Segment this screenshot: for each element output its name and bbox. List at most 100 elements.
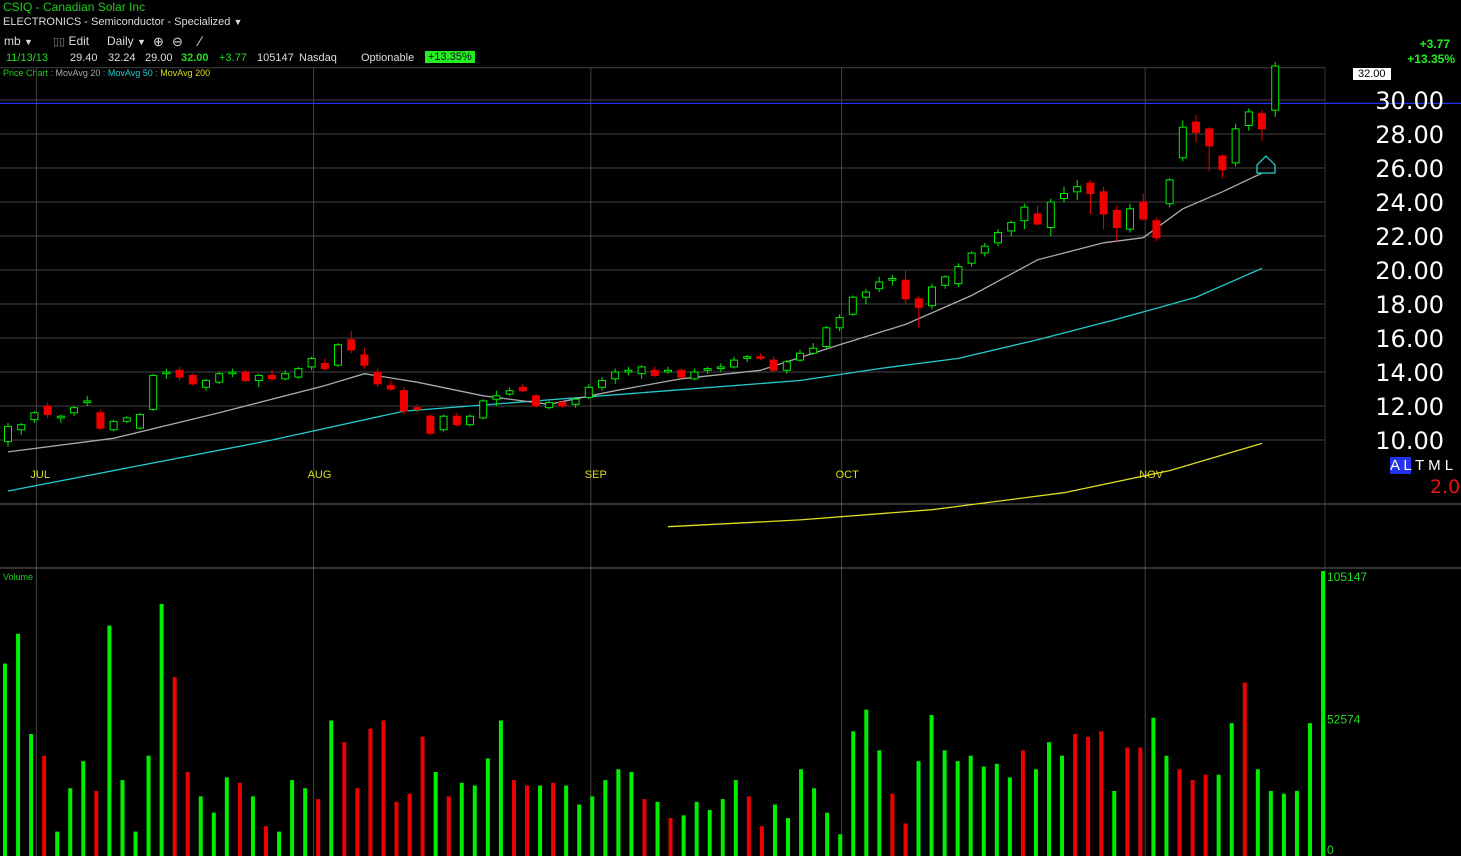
volume-bar: [1242, 682, 1247, 856]
volume-bar: [55, 831, 60, 856]
volume-bar: [1177, 769, 1182, 856]
volume-bar: [433, 771, 438, 856]
volume-bar: [185, 771, 190, 856]
candle-body: [1046, 201, 1055, 228]
volume-bar: [1164, 755, 1169, 856]
candle-body: [796, 352, 804, 361]
volume-bar: [107, 625, 112, 856]
volume-bar: [16, 633, 21, 856]
volume-bar: [838, 834, 843, 856]
volume-bar: [1321, 571, 1326, 856]
candle-body: [1218, 155, 1227, 171]
volume-bar: [786, 818, 790, 856]
volume-bar: [1112, 790, 1117, 856]
volume-bar: [172, 677, 177, 856]
volume-bar: [603, 780, 608, 856]
price-tick-label: 20.00: [1375, 257, 1444, 285]
price-tick-label: 18.00: [1375, 291, 1444, 319]
volume-bar: [303, 788, 308, 856]
price-tick-label: 22.00: [1375, 223, 1444, 251]
volume-bar: [1060, 755, 1065, 856]
volume-bar: [1294, 790, 1299, 856]
volume-bar: [94, 790, 99, 856]
candle-body: [413, 407, 422, 410]
candle-body: [360, 354, 369, 366]
al-label: A L: [1390, 457, 1412, 474]
candle-body: [1060, 193, 1068, 200]
candle-body: [83, 400, 92, 404]
volume-bar: [812, 788, 817, 856]
candle-body: [1033, 213, 1042, 225]
volume-bar: [1216, 774, 1221, 856]
candle-body: [281, 373, 290, 380]
volume-bar: [211, 812, 216, 856]
price-tick-label: 14.00: [1375, 359, 1444, 387]
volume-bar: [942, 750, 947, 856]
price-tick-label: 24.00: [1375, 189, 1444, 217]
volume-bar: [264, 826, 268, 856]
volume-bar: [1203, 774, 1208, 856]
candle-body: [928, 286, 936, 307]
volume-bar: [616, 769, 621, 856]
volume-bar: [498, 720, 503, 856]
volume-bar: [68, 788, 73, 856]
volume-bar: [1086, 736, 1091, 856]
candle-body: [505, 390, 514, 395]
volume-bar: [81, 761, 86, 856]
candle-body: [1073, 186, 1082, 193]
price-tick-label: 26.00: [1375, 155, 1444, 183]
candle-body: [17, 424, 26, 431]
volume-bar: [381, 720, 386, 856]
volume-bar: [446, 796, 451, 856]
candle-body: [941, 276, 950, 286]
price-tick-label: 28.00: [1375, 121, 1444, 149]
candle-body: [466, 415, 474, 426]
volume-bar: [29, 734, 34, 856]
candle-body: [307, 357, 316, 368]
candle-body: [1178, 126, 1187, 159]
volume-bar: [355, 788, 360, 856]
volume-bar: [459, 782, 464, 856]
candle-body: [4, 425, 12, 443]
last-price-badge: 32.00: [1353, 68, 1391, 80]
candle-body: [1139, 201, 1148, 220]
volume-bar: [1229, 723, 1234, 856]
month-label: OCT: [836, 469, 860, 481]
volume-bar: [277, 831, 282, 856]
candle-body: [122, 417, 131, 422]
candle-body: [994, 232, 1002, 244]
volume-bar: [237, 782, 242, 856]
candle-body: [43, 405, 52, 415]
volume-bar: [772, 804, 777, 856]
volume-bar: [681, 815, 686, 856]
volume-bar: [394, 801, 399, 856]
candle-body: [545, 402, 554, 409]
volume-bar: [890, 793, 895, 856]
volume-bar: [1033, 769, 1038, 856]
candle-body: [1271, 65, 1280, 111]
volume-bar: [694, 801, 699, 856]
volume-bar: [133, 831, 138, 856]
ma20-line: [7, 172, 1263, 453]
volume-bar: [159, 603, 164, 856]
price-tick-label: 30.00: [1375, 87, 1444, 115]
price-volume-chart[interactable]: 10.00 12.00 14.00 16.00 18.00 20.00 22.00 24.00…: [0, 0, 1461, 856]
volume-bar: [472, 785, 477, 856]
candle-body: [1192, 121, 1200, 133]
volume-bar: [224, 777, 229, 856]
volume-bar: [903, 823, 908, 856]
candle-body: [268, 374, 276, 380]
candle-body: [452, 415, 461, 426]
candle-body: [1086, 182, 1095, 195]
candle-body: [611, 371, 620, 380]
candle-body: [1152, 220, 1161, 239]
candle-body: [822, 327, 831, 347]
volume-bar: [316, 799, 321, 856]
volume-bar: [250, 796, 255, 856]
rating-value: 2.0: [1430, 476, 1461, 498]
candle-body: [400, 390, 408, 412]
candle-body: [1020, 206, 1029, 222]
volume-bar: [877, 750, 882, 856]
volume-bar: [1151, 717, 1156, 856]
volume-bar: [290, 780, 295, 856]
